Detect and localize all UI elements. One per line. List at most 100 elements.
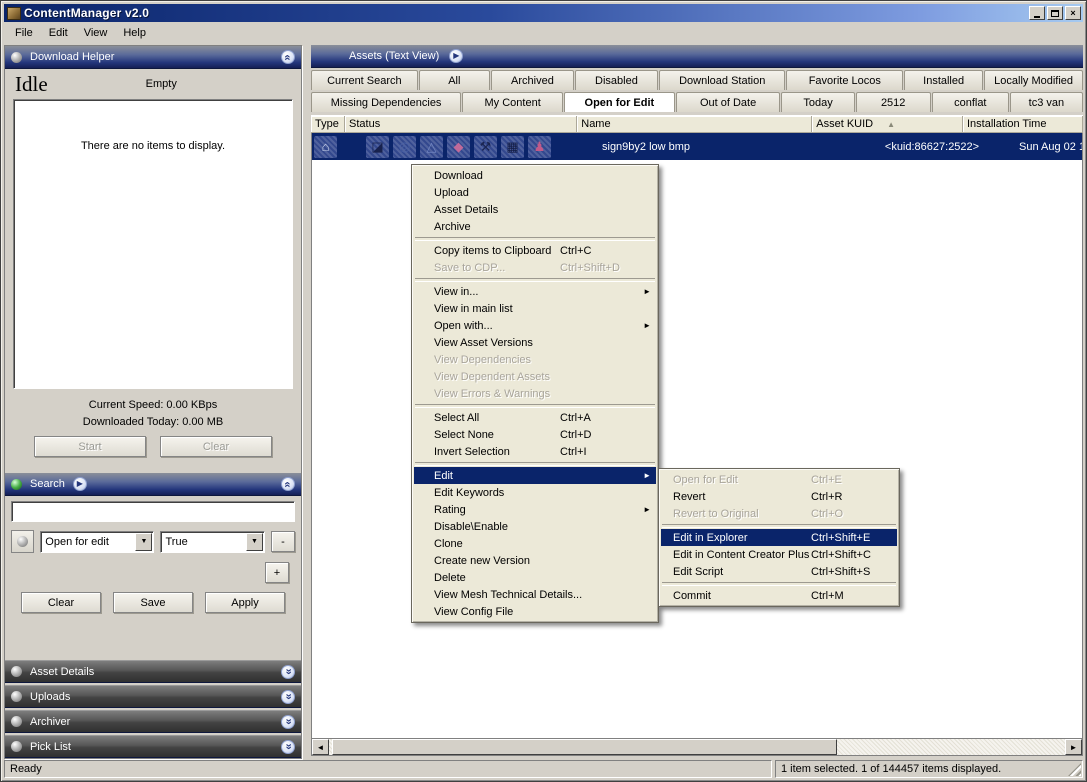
menu-item-open-with[interactable]: Open with...►: [414, 317, 656, 334]
menubar-item-help[interactable]: Help: [116, 25, 153, 41]
sidebar-panel-pick-list[interactable]: Pick List»: [5, 735, 301, 758]
menu-item-view-config-file[interactable]: View Config File: [414, 603, 656, 620]
horizontal-scrollbar[interactable]: ◄ ►: [311, 739, 1083, 756]
column-header-name[interactable]: Name: [577, 116, 812, 133]
resize-grip[interactable]: [1068, 763, 1081, 776]
scroll-left-button[interactable]: ◄: [312, 739, 329, 755]
assets-header[interactable]: Assets (Text View) ▶: [311, 45, 1083, 68]
maximize-icon: [1051, 10, 1059, 17]
dropdown-arrow-icon[interactable]: ▼: [246, 533, 263, 551]
sidebar-panel-uploads[interactable]: Uploads»: [5, 685, 301, 708]
menu-item-select-all[interactable]: Select AllCtrl+A: [414, 409, 656, 426]
selection-status: 1 item selected. 1 of 144457 items displ…: [775, 760, 1083, 778]
expand-chevron-icon[interactable]: »: [281, 740, 295, 754]
table-header: TypeStatusNameAsset KUID▲Installation Ti…: [311, 115, 1083, 133]
menu-item-view-in[interactable]: View in...►: [414, 283, 656, 300]
menu-item-revert[interactable]: RevertCtrl+R: [661, 488, 897, 505]
tab-all[interactable]: All: [419, 70, 490, 90]
menu-item-upload[interactable]: Upload: [414, 184, 656, 201]
menu-item-disable-enable[interactable]: Disable\Enable: [414, 518, 656, 535]
menubar-item-file[interactable]: File: [8, 25, 40, 41]
menu-item-view-mesh-technical-details[interactable]: View Mesh Technical Details...: [414, 586, 656, 603]
menu-item-label: Open for Edit: [673, 474, 811, 486]
menu-item-label: Open with...: [434, 320, 652, 332]
column-header-type[interactable]: Type: [311, 116, 345, 133]
menu-item-edit-keywords[interactable]: Edit Keywords: [414, 484, 656, 501]
menu-item-view-in-main-list[interactable]: View in main list: [414, 300, 656, 317]
menu-item-copy-items-to-clipboard[interactable]: Copy items to ClipboardCtrl+C: [414, 242, 656, 259]
clear-downloads-button[interactable]: Clear: [160, 436, 272, 457]
menu-item-archive[interactable]: Archive: [414, 218, 656, 235]
search-clear-button[interactable]: Clear: [21, 592, 101, 613]
filter-field-select[interactable]: Open for edit ▼: [40, 531, 154, 553]
tab-missing-dependencies[interactable]: Missing Dependencies: [311, 92, 461, 112]
tab-out-of-date[interactable]: Out of Date: [676, 92, 781, 112]
menu-item-select-none[interactable]: Select NoneCtrl+D: [414, 426, 656, 443]
menu-item-edit[interactable]: Edit►: [414, 467, 656, 484]
sidebar-panel-asset-details[interactable]: Asset Details»: [5, 660, 301, 683]
app-window: ContentManager v2.0 × FileEditViewHelp D…: [0, 0, 1087, 782]
mesh-icon: ▦: [501, 136, 524, 158]
tab-current-search[interactable]: Current Search: [311, 70, 418, 90]
dropdown-arrow-icon[interactable]: ▼: [135, 533, 152, 551]
remove-criterion-button[interactable]: -: [271, 531, 295, 552]
menu-item-create-new-version[interactable]: Create new Version: [414, 552, 656, 569]
start-button[interactable]: Start: [34, 436, 146, 457]
tab-favorite-locos[interactable]: Favorite Locos: [786, 70, 903, 90]
filter-value-select[interactable]: True ▼: [160, 531, 265, 553]
download-queue-list[interactable]: There are no items to display.: [13, 99, 293, 389]
add-criterion-button[interactable]: +: [265, 562, 289, 583]
tab-disabled[interactable]: Disabled: [575, 70, 658, 90]
tab-today[interactable]: Today: [781, 92, 854, 112]
search-save-button[interactable]: Save: [113, 592, 193, 613]
column-header-installation-time[interactable]: Installation Time: [963, 116, 1083, 133]
menu-item-edit-script[interactable]: Edit ScriptCtrl+Shift+S: [661, 563, 897, 580]
menu-separator: [661, 580, 897, 587]
menu-item-invert-selection[interactable]: Invert SelectionCtrl+I: [414, 443, 656, 460]
tab-installed[interactable]: Installed: [904, 70, 983, 90]
sidebar-panel-archiver[interactable]: Archiver»: [5, 710, 301, 733]
search-collapse-chevron-icon[interactable]: »: [281, 477, 295, 491]
table-row[interactable]: ⌂◪◎△◆⚒▦♟sign9by2 low bmp<kuid:86627:2522…: [312, 133, 1082, 160]
scrollbar-thumb[interactable]: [332, 739, 837, 755]
expand-chevron-icon[interactable]: »: [281, 690, 295, 704]
expand-chevron-icon[interactable]: »: [281, 665, 295, 679]
criteria-sphere-button[interactable]: [11, 530, 34, 553]
menu-item-clone[interactable]: Clone: [414, 535, 656, 552]
menu-item-view-asset-versions[interactable]: View Asset Versions: [414, 334, 656, 351]
expand-chevron-icon[interactable]: »: [281, 715, 295, 729]
search-run-icon[interactable]: ▶: [73, 477, 87, 491]
search-header[interactable]: Search ▶ »: [5, 473, 301, 496]
tab-archived[interactable]: Archived: [491, 70, 574, 90]
tab-my-content[interactable]: My Content: [462, 92, 563, 112]
tab-download-station[interactable]: Download Station: [659, 70, 786, 90]
close-button[interactable]: ×: [1065, 6, 1081, 20]
menu-item-shortcut: Ctrl+M: [811, 590, 893, 602]
tab-locally-modified[interactable]: Locally Modified: [984, 70, 1083, 90]
menu-item-edit-in-explorer[interactable]: Edit in ExplorerCtrl+Shift+E: [661, 529, 897, 546]
collapse-chevron-icon[interactable]: »: [281, 50, 295, 64]
tab-open-for-edit[interactable]: Open for Edit: [564, 92, 675, 112]
panel-sphere-icon: [11, 741, 22, 752]
tab-2512[interactable]: 2512: [856, 92, 931, 112]
menu-item-asset-details[interactable]: Asset Details: [414, 201, 656, 218]
current-speed: Current Speed: 0.00 KBps: [5, 397, 301, 414]
scroll-right-button[interactable]: ►: [1065, 739, 1082, 755]
download-helper-header[interactable]: Download Helper »: [5, 46, 301, 69]
menubar-item-edit[interactable]: Edit: [42, 25, 75, 41]
menu-item-commit[interactable]: CommitCtrl+M: [661, 587, 897, 604]
menu-item-edit-in-content-creator-plus[interactable]: Edit in Content Creator PlusCtrl+Shift+C: [661, 546, 897, 563]
menubar-item-view[interactable]: View: [77, 25, 115, 41]
search-input[interactable]: [11, 501, 295, 522]
menu-item-download[interactable]: Download: [414, 167, 656, 184]
column-header-asset-kuid[interactable]: Asset KUID▲: [812, 116, 963, 133]
maximize-button[interactable]: [1047, 6, 1063, 20]
column-header-status[interactable]: Status: [345, 116, 577, 133]
assets-play-icon[interactable]: ▶: [449, 49, 463, 63]
menu-item-rating[interactable]: Rating►: [414, 501, 656, 518]
tab-tc3-van[interactable]: tc3 van: [1010, 92, 1083, 112]
menu-item-delete[interactable]: Delete: [414, 569, 656, 586]
minimize-button[interactable]: [1029, 6, 1045, 20]
tab-conflat[interactable]: conflat: [932, 92, 1009, 112]
search-apply-button[interactable]: Apply: [205, 592, 285, 613]
